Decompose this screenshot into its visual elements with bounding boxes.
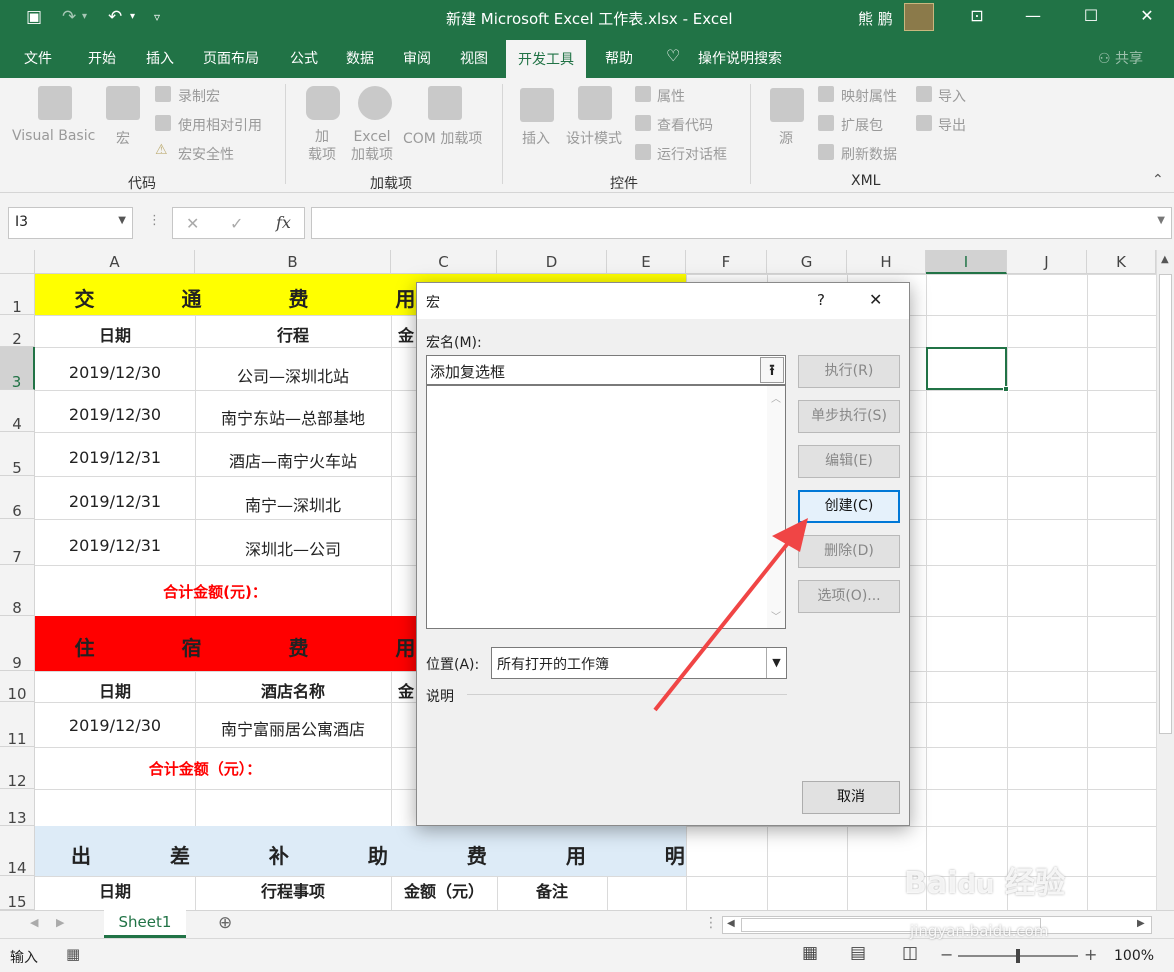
zoom-slider-handle[interactable]: [1016, 949, 1020, 963]
annotation-arrow: [653, 518, 808, 712]
prev-sheet-icon[interactable]: ◀: [30, 916, 38, 929]
zoom-out-icon[interactable]: −: [940, 945, 953, 964]
baidu-watermark: Baidu 经验: [904, 866, 1065, 901]
status-mode: 输入: [10, 950, 38, 966]
arrow-shaft: [653, 536, 794, 712]
sheet-tab-sheet1[interactable]: Sheet1: [104, 910, 186, 938]
page-break-view-icon[interactable]: ◫: [902, 943, 918, 963]
scroll-right-icon[interactable]: ▶: [1137, 918, 1145, 929]
status-bar: 输入 ▦ ▦ ▤ ◫ − + 100%: [0, 938, 1174, 972]
watermark-url: jingyan.baidu.com: [910, 922, 1049, 940]
macro-record-icon[interactable]: ▦: [66, 945, 80, 963]
zoom-level[interactable]: 100%: [1114, 948, 1154, 964]
next-sheet-icon[interactable]: ▶: [56, 916, 64, 929]
arrow-head: [772, 518, 808, 552]
splitter-icon[interactable]: ⋮: [704, 915, 718, 931]
scroll-left-icon[interactable]: ◀: [727, 918, 735, 929]
normal-view-icon[interactable]: ▦: [802, 943, 818, 963]
zoom-in-icon[interactable]: +: [1084, 945, 1097, 964]
page-layout-view-icon[interactable]: ▤: [850, 943, 866, 963]
add-sheet-icon[interactable]: ⊕: [218, 913, 232, 933]
